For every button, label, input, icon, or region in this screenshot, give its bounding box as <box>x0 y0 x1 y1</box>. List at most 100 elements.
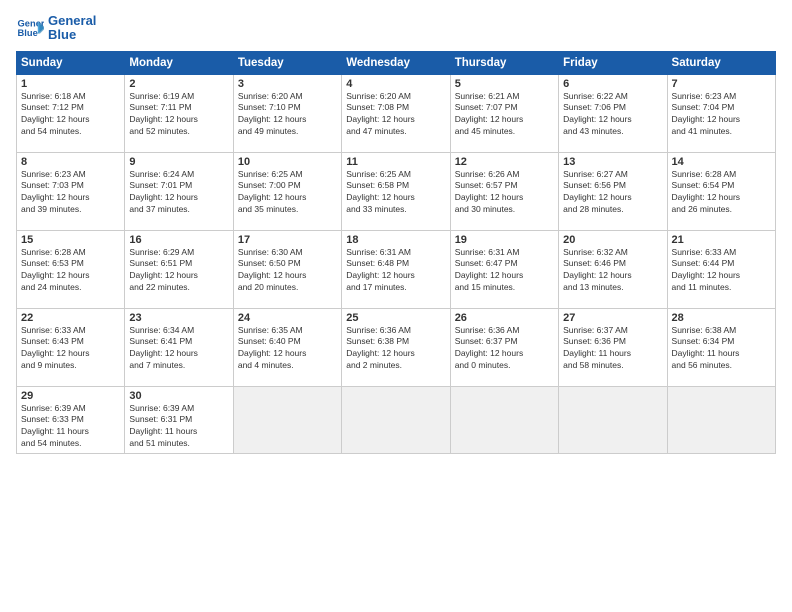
day-number: 8 <box>21 156 120 168</box>
day-number: 6 <box>563 78 662 90</box>
calendar-row-5: 29Sunrise: 6:39 AM Sunset: 6:33 PM Dayli… <box>17 386 776 454</box>
day-number: 30 <box>129 390 228 402</box>
calendar-cell: 18Sunrise: 6:31 AM Sunset: 6:48 PM Dayli… <box>342 230 450 308</box>
calendar-cell: 8Sunrise: 6:23 AM Sunset: 7:03 PM Daylig… <box>17 152 125 230</box>
day-number: 19 <box>455 234 554 246</box>
calendar-cell: 15Sunrise: 6:28 AM Sunset: 6:53 PM Dayli… <box>17 230 125 308</box>
day-info: Sunrise: 6:39 AM Sunset: 6:33 PM Dayligh… <box>21 403 120 451</box>
calendar-cell: 6Sunrise: 6:22 AM Sunset: 7:06 PM Daylig… <box>559 74 667 152</box>
logo: General Blue GeneralBlue <box>16 14 96 43</box>
calendar-cell: 26Sunrise: 6:36 AM Sunset: 6:37 PM Dayli… <box>450 308 558 386</box>
day-number: 16 <box>129 234 228 246</box>
calendar-cell: 17Sunrise: 6:30 AM Sunset: 6:50 PM Dayli… <box>233 230 341 308</box>
calendar-cell: 27Sunrise: 6:37 AM Sunset: 6:36 PM Dayli… <box>559 308 667 386</box>
day-info: Sunrise: 6:25 AM Sunset: 6:58 PM Dayligh… <box>346 169 445 217</box>
day-number: 22 <box>21 312 120 324</box>
day-info: Sunrise: 6:31 AM Sunset: 6:47 PM Dayligh… <box>455 247 554 295</box>
day-number: 29 <box>21 390 120 402</box>
day-info: Sunrise: 6:36 AM Sunset: 6:38 PM Dayligh… <box>346 325 445 373</box>
calendar-cell: 12Sunrise: 6:26 AM Sunset: 6:57 PM Dayli… <box>450 152 558 230</box>
day-info: Sunrise: 6:20 AM Sunset: 7:10 PM Dayligh… <box>238 91 337 139</box>
day-number: 26 <box>455 312 554 324</box>
calendar-cell: 14Sunrise: 6:28 AM Sunset: 6:54 PM Dayli… <box>667 152 775 230</box>
day-number: 5 <box>455 78 554 90</box>
weekday-header-monday: Monday <box>125 51 233 74</box>
day-number: 13 <box>563 156 662 168</box>
calendar-cell <box>559 386 667 454</box>
calendar-cell: 20Sunrise: 6:32 AM Sunset: 6:46 PM Dayli… <box>559 230 667 308</box>
day-info: Sunrise: 6:23 AM Sunset: 7:03 PM Dayligh… <box>21 169 120 217</box>
day-info: Sunrise: 6:19 AM Sunset: 7:11 PM Dayligh… <box>129 91 228 139</box>
day-info: Sunrise: 6:33 AM Sunset: 6:44 PM Dayligh… <box>672 247 771 295</box>
calendar-cell: 29Sunrise: 6:39 AM Sunset: 6:33 PM Dayli… <box>17 386 125 454</box>
weekday-header-wednesday: Wednesday <box>342 51 450 74</box>
calendar-cell: 16Sunrise: 6:29 AM Sunset: 6:51 PM Dayli… <box>125 230 233 308</box>
day-number: 14 <box>672 156 771 168</box>
calendar-table: SundayMondayTuesdayWednesdayThursdayFrid… <box>16 51 776 455</box>
calendar-cell <box>342 386 450 454</box>
weekday-header-thursday: Thursday <box>450 51 558 74</box>
calendar-cell: 5Sunrise: 6:21 AM Sunset: 7:07 PM Daylig… <box>450 74 558 152</box>
day-info: Sunrise: 6:31 AM Sunset: 6:48 PM Dayligh… <box>346 247 445 295</box>
day-number: 20 <box>563 234 662 246</box>
day-info: Sunrise: 6:25 AM Sunset: 7:00 PM Dayligh… <box>238 169 337 217</box>
day-number: 12 <box>455 156 554 168</box>
day-info: Sunrise: 6:26 AM Sunset: 6:57 PM Dayligh… <box>455 169 554 217</box>
calendar-cell: 13Sunrise: 6:27 AM Sunset: 6:56 PM Dayli… <box>559 152 667 230</box>
day-info: Sunrise: 6:27 AM Sunset: 6:56 PM Dayligh… <box>563 169 662 217</box>
calendar-cell: 7Sunrise: 6:23 AM Sunset: 7:04 PM Daylig… <box>667 74 775 152</box>
calendar-cell: 2Sunrise: 6:19 AM Sunset: 7:11 PM Daylig… <box>125 74 233 152</box>
day-info: Sunrise: 6:29 AM Sunset: 6:51 PM Dayligh… <box>129 247 228 295</box>
page: General Blue GeneralBlue SundayMondayTue… <box>0 0 792 612</box>
day-number: 27 <box>563 312 662 324</box>
day-info: Sunrise: 6:34 AM Sunset: 6:41 PM Dayligh… <box>129 325 228 373</box>
day-info: Sunrise: 6:35 AM Sunset: 6:40 PM Dayligh… <box>238 325 337 373</box>
calendar-cell: 30Sunrise: 6:39 AM Sunset: 6:31 PM Dayli… <box>125 386 233 454</box>
day-info: Sunrise: 6:28 AM Sunset: 6:53 PM Dayligh… <box>21 247 120 295</box>
header: General Blue GeneralBlue <box>16 14 776 43</box>
calendar-cell <box>450 386 558 454</box>
day-info: Sunrise: 6:33 AM Sunset: 6:43 PM Dayligh… <box>21 325 120 373</box>
day-number: 10 <box>238 156 337 168</box>
calendar-cell: 10Sunrise: 6:25 AM Sunset: 7:00 PM Dayli… <box>233 152 341 230</box>
day-info: Sunrise: 6:32 AM Sunset: 6:46 PM Dayligh… <box>563 247 662 295</box>
day-info: Sunrise: 6:22 AM Sunset: 7:06 PM Dayligh… <box>563 91 662 139</box>
day-number: 18 <box>346 234 445 246</box>
calendar-cell: 25Sunrise: 6:36 AM Sunset: 6:38 PM Dayli… <box>342 308 450 386</box>
logo-icon: General Blue <box>16 14 44 42</box>
weekday-header-tuesday: Tuesday <box>233 51 341 74</box>
day-info: Sunrise: 6:30 AM Sunset: 6:50 PM Dayligh… <box>238 247 337 295</box>
calendar-cell: 3Sunrise: 6:20 AM Sunset: 7:10 PM Daylig… <box>233 74 341 152</box>
day-info: Sunrise: 6:37 AM Sunset: 6:36 PM Dayligh… <box>563 325 662 373</box>
day-number: 9 <box>129 156 228 168</box>
day-number: 11 <box>346 156 445 168</box>
day-number: 21 <box>672 234 771 246</box>
logo-text: GeneralBlue <box>48 14 96 43</box>
calendar-header-row: SundayMondayTuesdayWednesdayThursdayFrid… <box>17 51 776 74</box>
day-number: 1 <box>21 78 120 90</box>
calendar-row-4: 22Sunrise: 6:33 AM Sunset: 6:43 PM Dayli… <box>17 308 776 386</box>
day-info: Sunrise: 6:39 AM Sunset: 6:31 PM Dayligh… <box>129 403 228 451</box>
day-info: Sunrise: 6:20 AM Sunset: 7:08 PM Dayligh… <box>346 91 445 139</box>
calendar-body: 1Sunrise: 6:18 AM Sunset: 7:12 PM Daylig… <box>17 74 776 454</box>
weekday-header-friday: Friday <box>559 51 667 74</box>
day-number: 23 <box>129 312 228 324</box>
calendar-row-2: 8Sunrise: 6:23 AM Sunset: 7:03 PM Daylig… <box>17 152 776 230</box>
calendar-cell <box>667 386 775 454</box>
weekday-header-sunday: Sunday <box>17 51 125 74</box>
calendar-cell: 22Sunrise: 6:33 AM Sunset: 6:43 PM Dayli… <box>17 308 125 386</box>
day-info: Sunrise: 6:21 AM Sunset: 7:07 PM Dayligh… <box>455 91 554 139</box>
day-number: 25 <box>346 312 445 324</box>
calendar-cell: 28Sunrise: 6:38 AM Sunset: 6:34 PM Dayli… <box>667 308 775 386</box>
weekday-header-saturday: Saturday <box>667 51 775 74</box>
day-number: 3 <box>238 78 337 90</box>
day-number: 15 <box>21 234 120 246</box>
day-info: Sunrise: 6:38 AM Sunset: 6:34 PM Dayligh… <box>672 325 771 373</box>
calendar-cell: 24Sunrise: 6:35 AM Sunset: 6:40 PM Dayli… <box>233 308 341 386</box>
day-number: 24 <box>238 312 337 324</box>
day-info: Sunrise: 6:18 AM Sunset: 7:12 PM Dayligh… <box>21 91 120 139</box>
day-number: 4 <box>346 78 445 90</box>
day-info: Sunrise: 6:24 AM Sunset: 7:01 PM Dayligh… <box>129 169 228 217</box>
calendar-cell <box>233 386 341 454</box>
day-number: 7 <box>672 78 771 90</box>
